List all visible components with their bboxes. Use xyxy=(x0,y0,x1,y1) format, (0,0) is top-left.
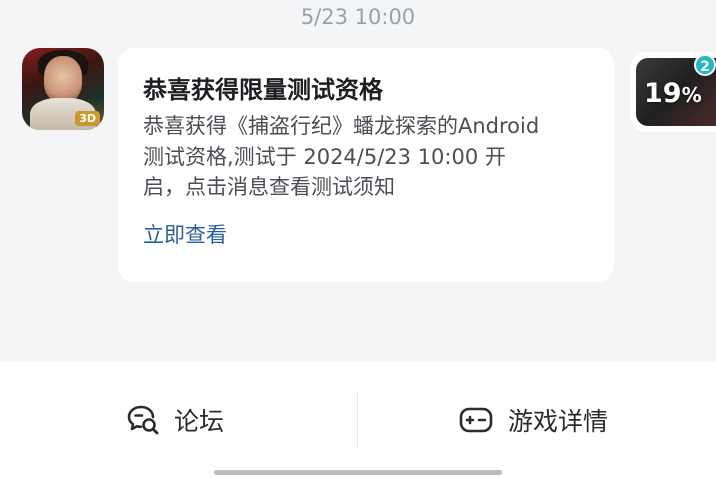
notification-page: 5/23 10:00 3D 恭喜获得限量测试资格 恭喜获得《捕盗行纪》蟠龙探索的… xyxy=(0,0,716,478)
progress-percent: 19% xyxy=(644,78,702,109)
game-details-button[interactable]: 游戏详情 xyxy=(458,400,608,440)
forum-label: 论坛 xyxy=(174,407,225,436)
home-indicator[interactable] xyxy=(214,470,502,475)
3d-badge: 3D xyxy=(75,111,100,126)
message-card[interactable]: 恭喜获得限量测试资格 恭喜获得《捕盗行纪》蟠龙探索的Android测试资格,测试… xyxy=(118,48,614,282)
message-timestamp: 5/23 10:00 xyxy=(300,5,416,29)
bottom-divider xyxy=(357,392,358,448)
game-details-label: 游戏详情 xyxy=(508,407,609,436)
message-body: 恭喜获得《捕盗行纪》蟠龙探索的Android测试资格,测试于 2024/5/23… xyxy=(143,114,540,199)
forum-button[interactable]: 论坛 xyxy=(126,400,224,440)
progress-percent-sign: % xyxy=(681,83,702,107)
view-now-link[interactable]: 立即查看 xyxy=(143,219,227,249)
gamepad-icon xyxy=(458,405,494,435)
unread-count-badge: 2 xyxy=(694,54,716,76)
game-app-icon[interactable]: 3D xyxy=(22,48,104,130)
adjacent-card-thumbnail[interactable]: 19% 2 xyxy=(630,52,716,132)
chat-search-icon xyxy=(126,403,160,437)
portrait-face xyxy=(44,56,82,102)
message-title: 恭喜获得限量测试资格 xyxy=(143,76,383,104)
progress-percent-value: 19 xyxy=(644,78,682,109)
bottom-action-bar: 论坛 游戏详情 xyxy=(0,362,716,478)
